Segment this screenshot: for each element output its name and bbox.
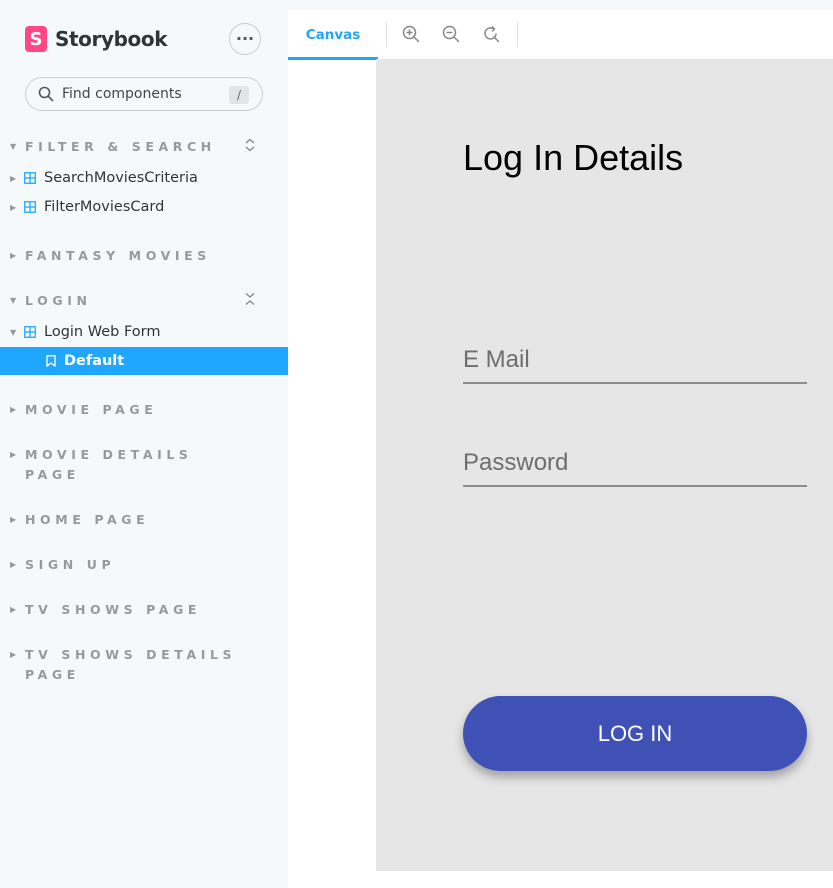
component-item-searchmoviescriteria[interactable]: ▶ SearchMoviesCriteria	[10, 167, 198, 189]
group-label: LOGIN	[25, 293, 92, 308]
group-sign-up[interactable]: ▶ SIGN UP	[10, 555, 255, 575]
ellipsis-icon: ...	[235, 25, 255, 44]
group-movie-details-page[interactable]: ▶ MOVIE DETAILS PAGE	[10, 445, 215, 485]
expand-collapse-icon[interactable]	[243, 138, 257, 152]
email-input[interactable]	[463, 342, 807, 378]
caret-right-icon: ▶	[10, 450, 17, 459]
group-label: SIGN UP	[25, 557, 116, 572]
preview-panel: Canvas Log In Details LOG IN	[288, 10, 833, 888]
group-tv-shows-page[interactable]: ▶ TV SHOWS PAGE	[10, 600, 255, 620]
group-label: MOVIE PAGE	[25, 402, 158, 417]
group-home-page[interactable]: ▶ HOME PAGE	[10, 510, 255, 530]
caret-right-icon: ▶	[10, 560, 17, 569]
group-filter-search[interactable]: ▼ FILTER & SEARCH	[10, 137, 255, 157]
group-tv-shows-details-page[interactable]: ▶ TV SHOWS DETAILS PAGE	[10, 645, 255, 685]
story-canvas: Log In Details LOG IN	[376, 59, 833, 871]
storybook-logo-icon: S	[25, 26, 47, 52]
password-input[interactable]	[463, 445, 807, 481]
story-item-default[interactable]: Default	[0, 347, 288, 375]
brand[interactable]: S Storybook	[25, 25, 168, 53]
component-label: SearchMoviesCriteria	[44, 170, 198, 186]
component-icon	[24, 172, 36, 184]
form-title: Log In Details	[463, 137, 684, 178]
tab-canvas[interactable]: Canvas	[288, 10, 378, 59]
brand-name: Storybook	[55, 27, 168, 51]
group-login[interactable]: ▼ LOGIN	[10, 291, 255, 311]
component-icon	[24, 201, 36, 213]
login-button[interactable]: LOG IN	[463, 696, 807, 771]
group-label: HOME PAGE	[25, 512, 150, 527]
group-label: FANTASY MOVIES	[25, 248, 211, 263]
caret-down-icon: ▼	[10, 327, 17, 337]
group-label: TV SHOWS PAGE	[25, 602, 202, 617]
menu-button[interactable]: ...	[229, 23, 261, 55]
email-field	[463, 342, 807, 384]
caret-right-icon: ▶	[10, 173, 17, 183]
search-shortcut-key: /	[229, 86, 249, 104]
toolbar-divider	[517, 22, 518, 47]
zoom-in-icon[interactable]	[402, 25, 420, 43]
component-item-filtermoviescard[interactable]: ▶ FilterMoviesCard	[10, 196, 164, 218]
toolbar-divider	[386, 22, 387, 47]
caret-down-icon: ▼	[10, 296, 17, 305]
active-tab-indicator	[288, 57, 378, 60]
password-field	[463, 445, 807, 487]
search-input[interactable]	[62, 84, 222, 104]
bookmark-icon	[46, 355, 56, 367]
caret-down-icon: ▼	[10, 142, 17, 151]
component-label: Login Web Form	[44, 324, 161, 340]
component-item-login-web-form[interactable]: ▼ Login Web Form	[10, 321, 160, 343]
reset-zoom-icon[interactable]	[482, 25, 500, 43]
zoom-out-icon[interactable]	[442, 25, 460, 43]
component-icon	[24, 326, 36, 338]
group-movie-page[interactable]: ▶ MOVIE PAGE	[10, 400, 255, 420]
group-label: TV SHOWS DETAILS PAGE	[25, 647, 237, 682]
story-label: Default	[64, 353, 125, 369]
search-icon	[38, 86, 54, 102]
group-fantasy-movies[interactable]: ▶ FANTASY MOVIES	[10, 246, 255, 266]
caret-right-icon: ▶	[10, 515, 17, 524]
group-label: FILTER & SEARCH	[25, 139, 216, 154]
sidebar: S Storybook ... / ▼ FILTER & SEARCH ▶ Se…	[0, 0, 288, 888]
group-label: MOVIE DETAILS PAGE	[25, 447, 193, 482]
caret-right-icon: ▶	[10, 605, 17, 614]
caret-right-icon: ▶	[10, 202, 17, 212]
toolbar: Canvas	[288, 10, 833, 60]
component-label: FilterMoviesCard	[44, 199, 165, 215]
caret-right-icon: ▶	[10, 251, 17, 260]
caret-right-icon: ▶	[10, 650, 17, 659]
search-box[interactable]: /	[25, 77, 263, 111]
caret-right-icon: ▶	[10, 405, 17, 414]
collapse-all-icon[interactable]	[243, 292, 257, 306]
